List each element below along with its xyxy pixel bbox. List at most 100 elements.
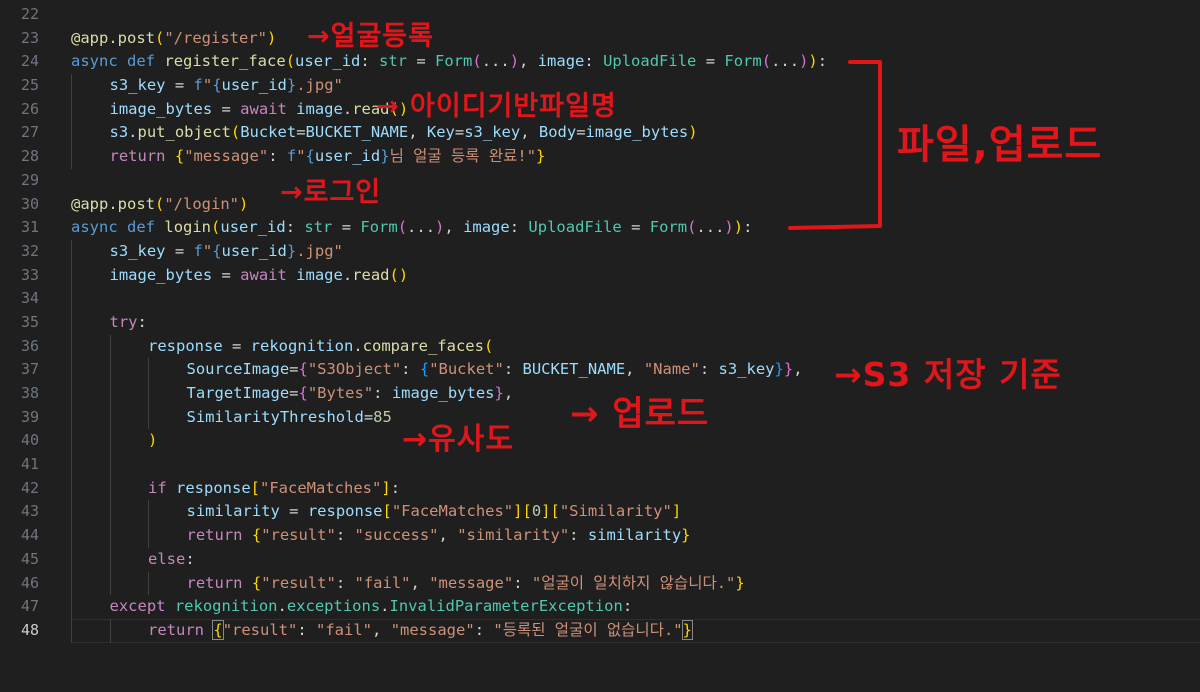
indent-guide bbox=[109, 571, 111, 596]
line-number: 29 bbox=[20, 170, 39, 189]
code-text[interactable]: return {"message": f"{user_id}님 얼굴 등록 완료… bbox=[110, 145, 546, 169]
indent-guide bbox=[71, 476, 72, 501]
line-number: 30 bbox=[20, 194, 39, 213]
line-number: 39 bbox=[20, 407, 39, 426]
indent-guide bbox=[71, 500, 72, 525]
line-number: 23 bbox=[20, 28, 39, 47]
code-text[interactable]: async def login(user_id: str = Form(...)… bbox=[71, 216, 752, 240]
code-line[interactable]: 46 return {"result": "fail", "message": "… bbox=[0, 571, 1200, 596]
indent-guide bbox=[71, 382, 72, 406]
indent-guide bbox=[71, 334, 72, 359]
indent-guide bbox=[109, 429, 111, 454]
line-number: 25 bbox=[20, 76, 39, 95]
code-line[interactable]: 48 return {"result": "fail", "message": "… bbox=[0, 618, 1200, 643]
line-number: 38 bbox=[20, 384, 39, 402]
indent-guide bbox=[109, 476, 111, 501]
code-text[interactable]: s3.put_object(Bucket=BUCKET_NAME, Key=s3… bbox=[110, 121, 698, 145]
code-line[interactable]: 31 async def login(user_id: str = Form(..… bbox=[0, 216, 1200, 240]
line-number: 34 bbox=[20, 289, 39, 308]
code-text[interactable]: ) bbox=[148, 429, 157, 453]
indent-guide bbox=[148, 405, 149, 430]
code-line[interactable]: 43 similarity = response["FaceMatches"][0… bbox=[0, 500, 1200, 525]
indent-guide bbox=[148, 358, 149, 382]
line-number: 31 bbox=[20, 218, 39, 237]
indent-guide bbox=[71, 405, 72, 430]
annotation-register: →얼굴등록 bbox=[307, 21, 434, 52]
indent-guide bbox=[71, 145, 72, 169]
code-text[interactable]: try: bbox=[110, 311, 147, 335]
indent-guide bbox=[109, 334, 111, 359]
code-text[interactable]: except rekognition.exceptions.InvalidPar… bbox=[110, 595, 633, 619]
code-text[interactable]: else: bbox=[148, 548, 195, 572]
code-text[interactable]: async def register_face(user_id: str = F… bbox=[71, 50, 827, 74]
indent-guide bbox=[148, 571, 149, 596]
code-text[interactable]: image_bytes = await image.read() bbox=[110, 264, 409, 288]
line-number: 37 bbox=[20, 360, 39, 379]
line-number: 33 bbox=[20, 265, 39, 284]
line-number: 48 bbox=[20, 620, 39, 639]
line-number: 43 bbox=[20, 502, 39, 521]
code-text[interactable]: s3_key = f"{user_id}.jpg" bbox=[110, 74, 343, 98]
code-text[interactable]: return {"result": "fail", "message": "등록… bbox=[148, 619, 694, 643]
code-text[interactable]: response = rekognition.compare_faces( bbox=[148, 335, 493, 359]
indent-guide bbox=[71, 74, 72, 98]
line-number: 42 bbox=[20, 478, 39, 497]
indent-guide bbox=[71, 453, 72, 477]
code-line[interactable]: 45 else: bbox=[0, 547, 1200, 572]
code-text[interactable]: return {"result": "success", "similarity… bbox=[187, 524, 691, 548]
line-number: 41 bbox=[20, 455, 39, 474]
code-line[interactable]: 41 bbox=[0, 453, 1200, 477]
line-number: 46 bbox=[20, 573, 39, 592]
line-number: 27 bbox=[20, 123, 39, 142]
code-text[interactable]: image_bytes = await image.read() bbox=[110, 98, 409, 122]
line-number: 32 bbox=[20, 241, 39, 260]
code-text[interactable]: TargetImage={"Bytes": image_bytes}, bbox=[187, 382, 514, 406]
indent-guide bbox=[71, 97, 72, 122]
indent-guide bbox=[109, 547, 111, 572]
code-text[interactable]: SourceImage={"S3Object": {"Bucket": BUCK… bbox=[187, 358, 803, 382]
code-line[interactable]: 47 except rekognition.exceptions.InvalidP… bbox=[0, 595, 1200, 619]
annotation-login: →로그인 bbox=[280, 177, 382, 208]
code-text[interactable]: SimilarityThreshold=85 bbox=[187, 406, 392, 430]
indent-guide bbox=[148, 382, 149, 406]
code-line[interactable]: 23 @app.post("/register") bbox=[0, 27, 1200, 51]
code-line[interactable]: 32 s3_key = f"{user_id}.jpg" bbox=[0, 239, 1200, 264]
indent-guide bbox=[109, 358, 111, 382]
code-text[interactable]: @app.post("/register") bbox=[71, 27, 276, 51]
indent-guide bbox=[71, 618, 72, 643]
indent-guide bbox=[71, 239, 72, 264]
indent-guide bbox=[71, 595, 72, 619]
code-line[interactable]: 24 async def register_face(user_id: str =… bbox=[0, 50, 1200, 74]
indent-guide bbox=[71, 121, 72, 146]
code-line[interactable]: 44 return {"result": "success", "similari… bbox=[0, 524, 1200, 548]
indent-guide bbox=[109, 382, 111, 406]
code-text[interactable]: s3_key = f"{user_id}.jpg" bbox=[110, 240, 343, 264]
line-number: 35 bbox=[20, 312, 39, 331]
line-number: 26 bbox=[20, 99, 39, 118]
indent-guide bbox=[71, 287, 72, 311]
code-line[interactable]: 35 try: bbox=[0, 310, 1200, 335]
line-number: 47 bbox=[20, 597, 39, 616]
code-line[interactable]: 34 bbox=[0, 287, 1200, 311]
code-text[interactable]: if response["FaceMatches"]: bbox=[148, 477, 400, 501]
code-line[interactable]: 22 bbox=[0, 3, 1200, 27]
indent-guide bbox=[109, 524, 111, 548]
annotation-s3-basis: →S3 저장 기준 bbox=[834, 355, 1062, 394]
indent-guide bbox=[71, 263, 72, 288]
code-text[interactable]: similarity = response["FaceMatches"][0][… bbox=[187, 500, 682, 524]
code-text[interactable]: @app.post("/login") bbox=[71, 193, 248, 217]
indent-guide bbox=[148, 524, 149, 548]
indent-guide bbox=[71, 524, 72, 548]
indent-guide bbox=[109, 618, 111, 643]
code-line[interactable]: 42 if response["FaceMatches"]: bbox=[0, 476, 1200, 501]
code-line[interactable]: 33 image_bytes = await image.read() bbox=[0, 263, 1200, 288]
indent-guide bbox=[109, 500, 111, 525]
line-number: 45 bbox=[20, 549, 39, 568]
code-text[interactable]: return {"result": "fail", "message": "얼굴… bbox=[187, 572, 745, 596]
indent-guide bbox=[109, 405, 111, 430]
code-line[interactable]: 30 @app.post("/login") bbox=[0, 193, 1200, 217]
line-number: 40 bbox=[20, 431, 39, 450]
line-number: 28 bbox=[20, 147, 39, 166]
code-line[interactable]: 29 bbox=[0, 169, 1200, 193]
indent-guide bbox=[109, 453, 111, 477]
